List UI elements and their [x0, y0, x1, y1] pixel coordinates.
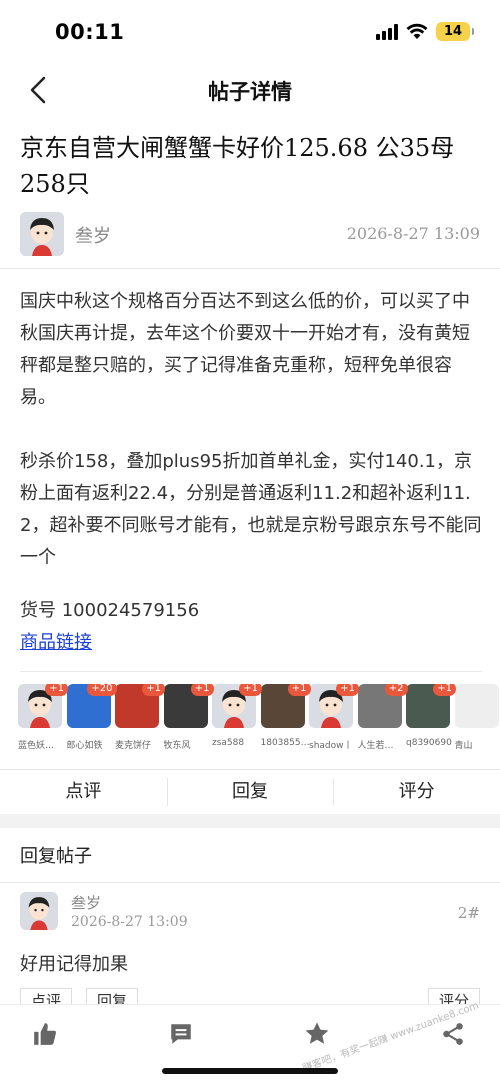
reply-floor-number: 2#	[457, 904, 480, 922]
rater-name: 牧东风	[163, 741, 191, 751]
status-bar: 00:11 14	[0, 0, 500, 62]
post-action-bar: 点评 回复 评分	[0, 770, 500, 814]
reply-text: 好用记得加果	[20, 954, 128, 975]
post-content: 国庆中秋这个规格百分百达不到这么低的价，可以买了中秋国庆再计提，去年这个价要双十…	[20, 286, 482, 606]
battery-level: 14	[443, 24, 463, 39]
rater-item[interactable]: +1 q8390690	[406, 684, 456, 754]
nav-bar: 帖子详情	[0, 62, 500, 118]
battery-icon: 14	[436, 22, 474, 41]
rater-item[interactable]: +1 shadow丨	[309, 684, 359, 754]
bottom-toolbar: 赚客吧，有奖一起赚 www.zuanke8.com	[0, 1000, 500, 1083]
rater-name: 人生若…	[357, 741, 394, 751]
rater-item[interactable]: 青山	[454, 684, 499, 754]
avatar[interactable]	[20, 212, 64, 256]
cellular-signal-icon	[376, 23, 398, 40]
rating-badge: +1	[433, 684, 456, 696]
rater-name: zsa588	[212, 738, 245, 748]
content-paragraph: 秒杀价158，叠加plus95折加首单礼金，实付140.1，京粉上面有返利22.…	[20, 451, 482, 568]
home-indicator	[162, 1068, 338, 1074]
avatar	[454, 684, 499, 728]
rater-list: +1 蓝色妖… +20 郎心如铁 +1 麦克饼仔 +1 牧东风 +1 zsa588 +1 180385…	[18, 684, 500, 754]
rater-item[interactable]: +1 麦克饼仔	[115, 684, 165, 754]
comment-button[interactable]: 点评	[0, 770, 167, 814]
rater-item[interactable]: +1 牧东风	[163, 684, 214, 754]
author-name[interactable]: 叁岁	[75, 222, 111, 248]
rating-badge: +1	[239, 684, 262, 696]
rater-item[interactable]: +2 人生若…	[357, 684, 408, 754]
like-button[interactable]	[30, 1019, 60, 1049]
rater-name: 郎心如铁	[66, 741, 103, 751]
avatar-image	[20, 212, 64, 256]
reply-section-header: 回复帖子	[20, 846, 92, 867]
reply-button[interactable]: 回复	[166, 770, 334, 814]
rater-name: 1803855…	[260, 738, 309, 748]
rater-item[interactable]: +1 1803855…	[260, 684, 311, 754]
rating-badge: +1	[336, 684, 359, 696]
wifi-icon	[406, 23, 428, 39]
content-paragraph: 国庆中秋这个规格百分百达不到这么低的价，可以买了中秋国庆再计提，去年这个价要双十…	[20, 291, 470, 408]
post-author-row: 叁岁 2026-8-27 13:09	[20, 212, 482, 260]
rating-badge: +1	[190, 684, 214, 696]
avatar[interactable]	[20, 892, 58, 930]
rating-badge: +1	[142, 684, 165, 696]
section-separator	[0, 814, 500, 828]
rater-name: 麦克饼仔	[115, 741, 152, 751]
star-icon	[305, 1022, 329, 1044]
post-title: 京东自营大闸蟹蟹卡好价125.68 公35母258只	[20, 134, 455, 198]
divider	[0, 268, 500, 269]
rater-name: 蓝色妖…	[18, 741, 55, 751]
share-icon	[443, 1023, 463, 1045]
product-link[interactable]: 商品链接	[20, 628, 92, 654]
thumbs-up-icon	[34, 1023, 56, 1045]
divider	[20, 671, 482, 672]
rater-item[interactable]: +1 蓝色妖…	[18, 684, 68, 754]
rating-badge: +20	[87, 684, 117, 696]
message-icon	[171, 1024, 191, 1044]
reply-author[interactable]: 叁岁	[71, 892, 101, 913]
rating-badge: +1	[287, 684, 311, 696]
item-number: 货号 100024579156	[20, 600, 200, 621]
rater-name: shadow丨	[309, 741, 353, 751]
rater-name: q8390690	[406, 738, 452, 748]
divider	[0, 882, 500, 883]
page-title: 帖子详情	[208, 80, 292, 104]
rater-name: 青山	[454, 741, 473, 751]
rating-badge: +1	[45, 684, 68, 696]
rater-item[interactable]: +20 郎心如铁	[66, 684, 117, 754]
status-icons: 14	[376, 22, 474, 41]
avatar-image	[20, 892, 58, 930]
favorite-button[interactable]	[302, 1019, 332, 1049]
comment-toolbar-button[interactable]	[166, 1019, 196, 1049]
rater-item[interactable]: +1 zsa588	[212, 684, 262, 754]
rating-badge: +2	[384, 684, 408, 696]
status-time: 00:11	[55, 20, 125, 44]
rate-button[interactable]: 评分	[333, 770, 500, 814]
reply-date: 2026-8-27 13:09	[71, 914, 188, 930]
post-date: 2026-8-27 13:09	[346, 224, 480, 243]
